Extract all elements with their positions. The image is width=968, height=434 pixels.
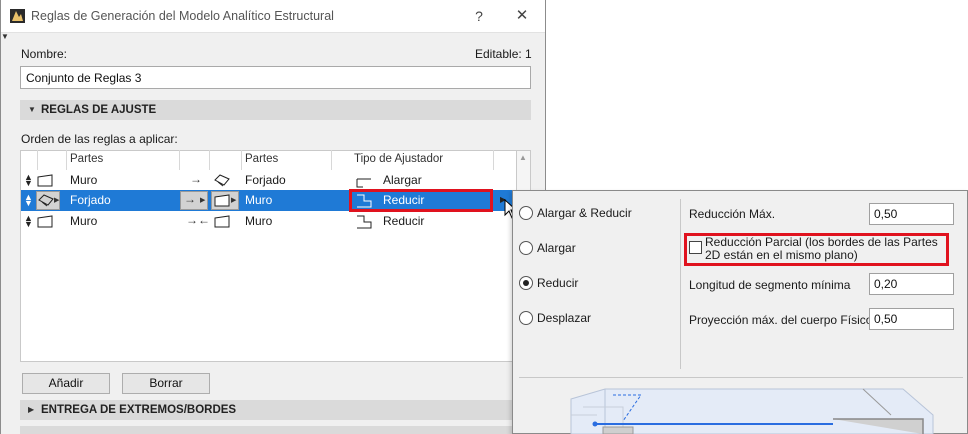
close-button[interactable]: ✕ (511, 6, 533, 26)
slab-shape-icon (38, 194, 54, 207)
wall-shape-icon (214, 215, 230, 228)
rules-dialog: Reglas de Generación del Modelo Analític… (0, 0, 546, 434)
section-title: REGLAS DE AJUSTE (41, 104, 157, 116)
divider (680, 199, 681, 369)
collapse-marker-icon: ▼ (1, 32, 9, 41)
radio-button[interactable] (519, 241, 533, 255)
part-1-shape-selector[interactable]: ▶ (36, 191, 60, 210)
divider (519, 377, 963, 378)
title-bar: Reglas de Generación del Modelo Analític… (1, 0, 545, 33)
part-2-name: Muro (245, 214, 273, 228)
header-parts-2[interactable]: Partes (245, 153, 278, 165)
wall-shape-icon (214, 194, 230, 207)
expanded-triangle-icon: ▼ (28, 105, 36, 114)
delete-rule-button[interactable]: Borrar (122, 373, 210, 394)
direction-selector[interactable]: → ▶ (180, 191, 208, 210)
header-adjuster-type[interactable]: Tipo de Ajustador (354, 153, 443, 165)
partial-reduction-checkbox[interactable] (689, 241, 702, 254)
adjuster-type: Reducir (383, 214, 425, 228)
part-2-name: Muro (245, 193, 273, 207)
max-reduction-label: Reducción Máx. (689, 207, 776, 221)
adjuster-highlight-box (349, 189, 493, 212)
part-1-name: Muro (70, 173, 98, 187)
max-projection-input[interactable] (869, 308, 954, 330)
help-button[interactable]: ? (469, 6, 489, 26)
scroll-up-icon[interactable]: ▲ (519, 153, 527, 162)
section-title: ENTREGA DE EXTREMOS/BORDES (41, 404, 237, 416)
arrows-converge-icon: →← (186, 213, 210, 227)
arrow-right-icon: → (184, 192, 196, 206)
dropdown-arrow-icon: ▶ (54, 197, 60, 204)
header-parts-1[interactable]: Partes (70, 153, 103, 165)
section-reglas-ajuste[interactable]: ▼ REGLAS DE AJUSTE (20, 100, 531, 120)
arrow-right-icon: → (190, 172, 202, 186)
wall-shape-icon (37, 174, 53, 187)
section-entrega-extremos[interactable]: ▶ ENTREGA DE EXTREMOS/BORDES (20, 400, 531, 420)
part-1-name: Forjado (70, 193, 111, 207)
slab-shape-icon (214, 174, 230, 187)
max-reduction-input[interactable] (869, 203, 954, 225)
radio-button[interactable] (519, 311, 533, 325)
table-row[interactable]: ▲ ▼ Muro →← Muro Reducir (21, 211, 516, 232)
wall-shape-icon (37, 215, 53, 228)
adjuster-type: Alargar (383, 173, 422, 187)
adjuster-options-popup: Alargar & Reducir Alargar Reducir Despla… (512, 190, 968, 434)
table-row[interactable]: ▲ ▼ Muro → Forjado Alargar (21, 170, 516, 191)
radio-button[interactable] (519, 206, 533, 220)
part-1-name: Muro (70, 214, 98, 228)
drag-handle-icon[interactable]: ▲ ▼ (24, 214, 33, 229)
extend-icon (356, 178, 371, 188)
part-2-name: Forjado (245, 173, 286, 187)
max-projection-label: Proyección máx. del cuerpo Físico (689, 313, 873, 327)
add-rule-button[interactable]: Añadir (22, 373, 110, 394)
dropdown-arrow-icon: ▶ (231, 197, 237, 204)
reduce-icon (357, 215, 372, 229)
editable-count: Editable: 1 (475, 47, 532, 61)
partial-reduction-label[interactable]: Reducción Parcial (los bordes de las Par… (705, 236, 945, 262)
rules-order-label: Orden de las reglas a aplicar: (21, 132, 178, 146)
part-2-shape-selector[interactable]: ▶ (211, 191, 239, 210)
section-collapsed[interactable] (20, 426, 531, 434)
radio-button-checked[interactable] (519, 276, 533, 290)
rule-set-name-input[interactable] (20, 66, 531, 89)
dropdown-arrow-icon: ▶ (200, 197, 206, 204)
drag-handle-icon[interactable]: ▲ ▼ (24, 173, 33, 188)
reduction-preview-illustration (570, 388, 934, 434)
min-segment-input[interactable] (869, 273, 954, 295)
drag-handle-icon[interactable]: ▲ ▼ (24, 193, 33, 208)
archicad-logo-icon (10, 9, 25, 23)
name-label: Nombre: (21, 47, 68, 61)
window-title: Reglas de Generación del Modelo Analític… (31, 9, 334, 23)
min-segment-label: Longitud de segmento mínima (689, 278, 851, 292)
collapsed-triangle-icon: ▶ (28, 405, 35, 414)
